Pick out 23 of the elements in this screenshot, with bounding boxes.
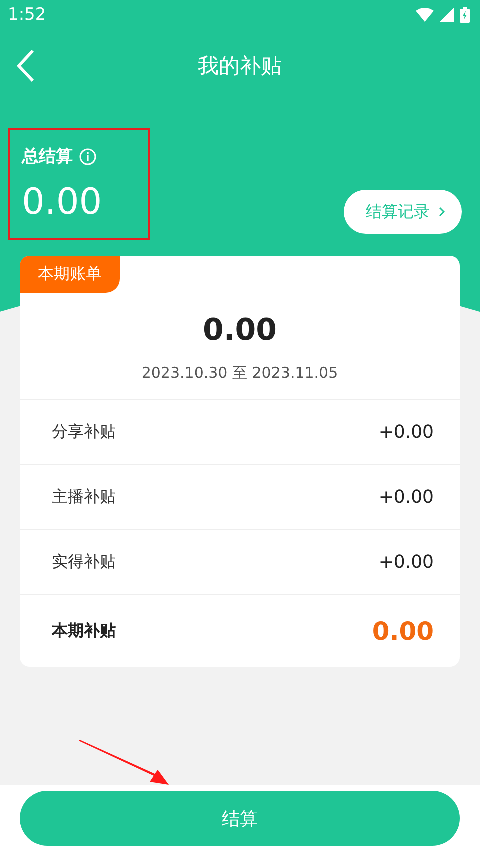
row-label: 实得补贴 bbox=[52, 552, 116, 572]
total-amount: 0.00 bbox=[22, 182, 102, 223]
row-value: +0.00 bbox=[378, 486, 434, 508]
row-label: 分享补贴 bbox=[52, 422, 116, 442]
chevron-icon bbox=[438, 206, 446, 218]
records-button[interactable]: 结算记录 bbox=[344, 190, 462, 234]
row-label: 本期补贴 bbox=[52, 620, 116, 642]
bill-tag: 本期账单 bbox=[20, 256, 120, 293]
bill-period: 2023.10.30 至 2023.11.05 bbox=[142, 364, 338, 383]
wifi-icon bbox=[416, 8, 434, 22]
battery-icon bbox=[460, 7, 470, 23]
page-title: 我的补贴 bbox=[198, 53, 282, 80]
signal-icon bbox=[440, 8, 454, 22]
settle-button[interactable]: 结算 bbox=[20, 791, 460, 846]
row-value: +0.00 bbox=[378, 422, 434, 442]
status-time: 1:52 bbox=[8, 5, 46, 25]
total-settlement-label: 总结算 bbox=[22, 146, 73, 168]
row-value: +0.00 bbox=[378, 552, 434, 572]
row-label: 主播补贴 bbox=[52, 486, 116, 508]
row-value: 0.00 bbox=[372, 616, 434, 646]
bill-amount: 0.00 bbox=[202, 313, 278, 348]
back-icon[interactable] bbox=[16, 49, 36, 83]
info-icon[interactable] bbox=[79, 148, 97, 166]
